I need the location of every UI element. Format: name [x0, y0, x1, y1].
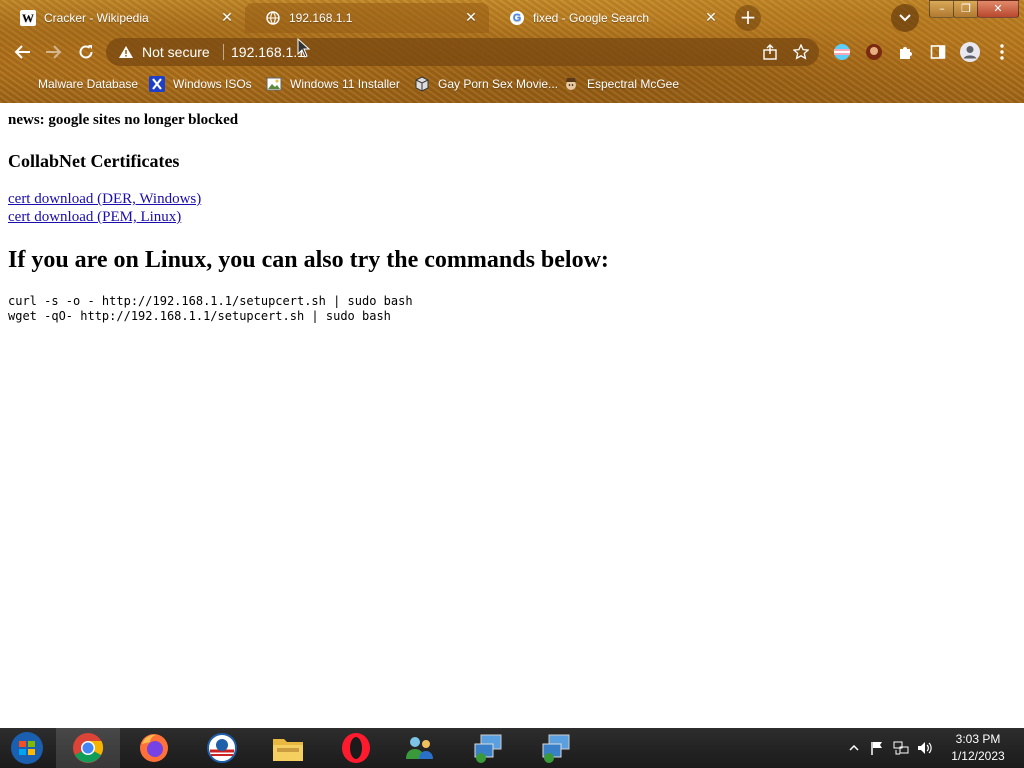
- firefox-icon: [140, 734, 168, 762]
- share-icon[interactable]: [761, 43, 779, 61]
- bookmark-label: Windows ISOs: [173, 77, 252, 91]
- obama-logo-icon: [207, 733, 237, 763]
- bookmark-espectral-mcgee[interactable]: Espectral McGee: [563, 75, 679, 93]
- site-info-button[interactable]: Not secure: [118, 38, 210, 66]
- arrow-right-icon: [46, 45, 62, 59]
- new-tab-button[interactable]: +: [735, 5, 761, 31]
- users-icon: [406, 737, 433, 759]
- tab-title: fixed - Google Search: [533, 11, 650, 25]
- bookmark-label: Gay Porn Sex Movie...: [438, 77, 559, 91]
- close-icon[interactable]: ✕: [703, 9, 719, 25]
- curl-command: curl -s -o - http://192.168.1.1/setupcer…: [8, 294, 413, 308]
- puzzle-icon[interactable]: [896, 42, 916, 62]
- address-bar[interactable]: Not secure 192.168.1.1: [106, 38, 819, 66]
- star-icon[interactable]: [792, 43, 810, 61]
- chrome-icon: [73, 733, 103, 763]
- tab-wikipedia[interactable]: W Cracker - Wikipedia ✕: [0, 3, 245, 33]
- profile-avatar[interactable]: [958, 40, 982, 64]
- system-clock[interactable]: 3:03 PM 1/12/2023: [943, 731, 1013, 765]
- bookmark-windows-11-installer[interactable]: Windows 11 Installer: [266, 75, 400, 93]
- taskbar-obama-logo[interactable]: [190, 728, 254, 768]
- restore-button[interactable]: ❐: [953, 0, 979, 18]
- tab-search-button[interactable]: [891, 4, 919, 32]
- remote-desktop-icon: [542, 734, 570, 763]
- linux-heading: If you are on Linux, you can also try th…: [8, 247, 609, 273]
- flag-extension-icon[interactable]: [832, 42, 852, 62]
- reload-icon: [79, 45, 93, 59]
- volume-icon[interactable]: [917, 740, 933, 756]
- taskbar-file-explorer[interactable]: [256, 728, 320, 768]
- taskbar-opera[interactable]: [324, 728, 388, 768]
- start-button[interactable]: [0, 728, 59, 768]
- show-hidden-icons-button[interactable]: [846, 740, 862, 756]
- windows-orb-icon: [11, 732, 43, 764]
- arrow-left-icon: [14, 45, 30, 59]
- page-content: news: google sites no longer blocked Col…: [0, 103, 1024, 728]
- menu-kebab-icon[interactable]: [992, 42, 1012, 62]
- tab-active[interactable]: 192.168.1.1 ✕: [245, 3, 489, 33]
- close-window-button[interactable]: ✕: [977, 0, 1019, 18]
- warning-icon: [119, 46, 133, 58]
- character-icon: [563, 76, 579, 92]
- tab-title: Cracker - Wikipedia: [44, 11, 149, 25]
- reload-button[interactable]: [74, 40, 98, 64]
- image-icon: [266, 76, 282, 92]
- cube-icon: [414, 76, 430, 92]
- side-panel-icon[interactable]: [928, 42, 948, 62]
- url-text[interactable]: 192.168.1.1: [231, 38, 305, 66]
- taskbar-chrome[interactable]: [56, 728, 120, 768]
- back-button[interactable]: [10, 40, 34, 64]
- wikipedia-icon: W: [20, 10, 36, 26]
- security-label: Not secure: [142, 44, 210, 60]
- folder-icon: [273, 739, 303, 761]
- clock-time: 3:03 PM: [955, 732, 1001, 746]
- bookmark-label: Malware Database: [38, 77, 139, 91]
- taskbar-remote-desktop-2[interactable]: [524, 728, 588, 768]
- clock-date: 1/12/2023: [951, 749, 1005, 763]
- bookmark-windows-isos[interactable]: Windows ISOs: [149, 75, 252, 93]
- remote-desktop-icon: [474, 734, 502, 763]
- action-center-flag-icon[interactable]: [869, 740, 885, 756]
- taskbar: 3:03 PM 1/12/2023: [0, 728, 1024, 768]
- mouse-cursor-icon: [297, 38, 311, 58]
- divider: [223, 44, 224, 60]
- minimize-button[interactable]: –: [929, 0, 955, 18]
- avatar-extension-icon[interactable]: [864, 42, 884, 62]
- bookmark-movie[interactable]: Gay Porn Sex Movie...: [414, 75, 558, 93]
- taskbar-remote-desktop[interactable]: [456, 728, 520, 768]
- browser-chrome: W Cracker - Wikipedia ✕ 192.168.1.1 ✕ G …: [0, 0, 1024, 103]
- cert-download-der-link[interactable]: cert download (DER, Windows): [8, 191, 201, 208]
- taskbar-firefox[interactable]: [122, 728, 186, 768]
- opera-icon: [342, 733, 370, 763]
- network-icon[interactable]: [893, 740, 909, 756]
- tab-google-search[interactable]: G fixed - Google Search ✕: [489, 3, 729, 33]
- bookmark-label: Windows 11 Installer: [290, 77, 400, 91]
- forward-button[interactable]: [42, 40, 66, 64]
- close-icon[interactable]: ✕: [463, 9, 479, 25]
- chevron-up-icon: [849, 745, 859, 751]
- taskbar-network-users[interactable]: [388, 728, 452, 768]
- globe-icon: [265, 10, 281, 26]
- bookmark-label: Espectral McGee: [587, 77, 680, 91]
- close-icon[interactable]: ✕: [219, 9, 235, 25]
- wget-command: wget -qO- http://192.168.1.1/setupcert.s…: [8, 309, 391, 323]
- chevron-down-icon: [899, 14, 911, 22]
- certificates-heading: CollabNet Certificates: [8, 151, 180, 171]
- bookmark-malware-database[interactable]: Malware Database: [38, 75, 138, 93]
- google-icon: G: [509, 10, 525, 26]
- tab-title: 192.168.1.1: [289, 11, 353, 25]
- cert-download-pem-link[interactable]: cert download (PEM, Linux): [8, 209, 181, 226]
- news-line: news: google sites no longer blocked: [8, 112, 239, 128]
- x-logo-icon: [149, 76, 165, 92]
